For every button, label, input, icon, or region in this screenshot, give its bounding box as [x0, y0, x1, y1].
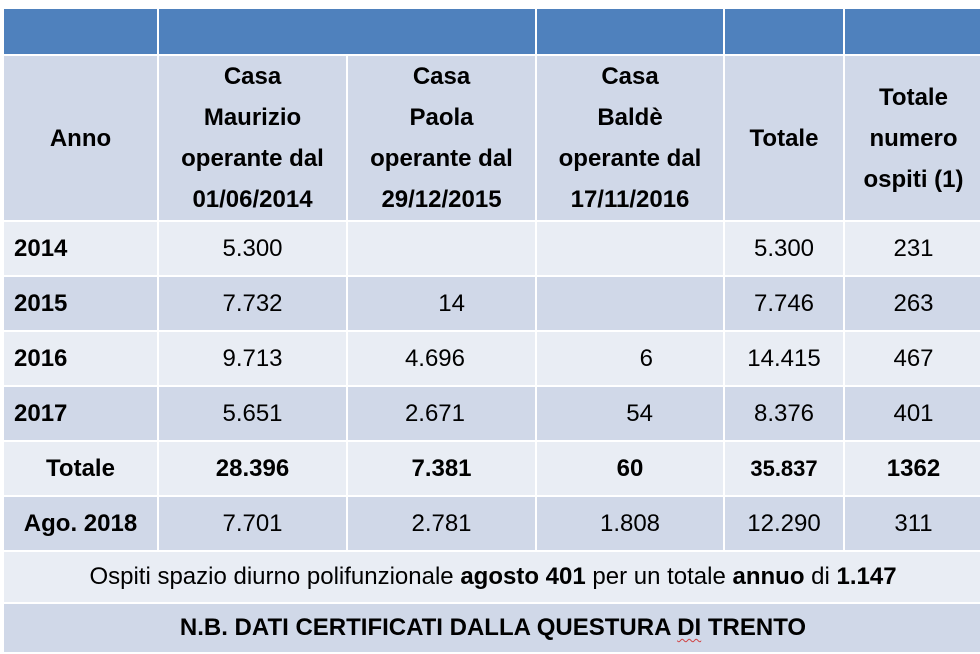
nb-cell: N.B. DATI CERTIFICATI DALLA QUESTURA DI …: [2, 602, 980, 654]
cell-balde: [535, 220, 725, 277]
table-total-row: Totale 28.396 7.381 60 35.837 1362: [2, 440, 980, 497]
header-anno: Anno: [2, 54, 159, 222]
cell-totale: 5.300: [723, 220, 845, 277]
cell-ospiti: 1362: [843, 440, 980, 497]
cell-maurizio: 7.732: [157, 275, 348, 332]
cell-paola: 2.781: [346, 495, 537, 552]
cell-paola: 4.696: [346, 330, 537, 387]
cell-paola: 14: [346, 275, 537, 332]
cell-totale: 8.376: [723, 385, 845, 442]
header-casa-paola: Casa Paola operante dal 29/12/2015: [346, 54, 537, 222]
table-row: 2015 7.732 14 7.746 263: [2, 275, 980, 332]
table-row: 2014 5.300 5.300 231: [2, 220, 980, 277]
slide-frame: Anno Casa Maurizio operante dal 01/06/20…: [0, 0, 980, 654]
table-row: 2017 5.651 2.671 54 8.376 401: [2, 385, 980, 442]
cell-balde: 54: [535, 385, 725, 442]
cell-maurizio: 28.396: [157, 440, 348, 497]
cell-balde: 1.808: [535, 495, 725, 552]
cell-anno: Totale: [2, 440, 159, 497]
cell-anno: 2016: [2, 330, 159, 387]
cell-maurizio: 5.300: [157, 220, 348, 277]
cell-maurizio: 7.701: [157, 495, 348, 552]
cell-anno: 2017: [2, 385, 159, 442]
note-cell: Ospiti spazio diurno polifunzionale agos…: [2, 550, 980, 604]
cell-balde: 60: [535, 440, 725, 497]
header-casa-balde: Casa Baldè operante dal 17/11/2016: [535, 54, 725, 222]
cell-paola: [346, 220, 537, 277]
nb-row: N.B. DATI CERTIFICATI DALLA QUESTURA DI …: [2, 602, 980, 654]
cell-maurizio: 5.651: [157, 385, 348, 442]
cell-paola: 2.671: [346, 385, 537, 442]
cell-balde: [535, 275, 725, 332]
header-totale-ospiti: Totale numero ospiti (1): [843, 54, 980, 222]
data-table: Anno Casa Maurizio operante dal 01/06/20…: [2, 7, 980, 654]
cell-ospiti: 263: [843, 275, 980, 332]
cell-totale: 35.837: [723, 440, 845, 497]
cell-totale: 12.290: [723, 495, 845, 552]
header-casa-maurizio: Casa Maurizio operante dal 01/06/2014: [157, 54, 348, 222]
cell-anno: 2014: [2, 220, 159, 277]
cell-maurizio: 9.713: [157, 330, 348, 387]
table-row: 2016 9.713 4.696 6 14.415 467: [2, 330, 980, 387]
cell-ospiti: 401: [843, 385, 980, 442]
cell-balde: 6: [535, 330, 725, 387]
note-row: Ospiti spazio diurno polifunzionale agos…: [2, 550, 980, 604]
cell-ospiti: 231: [843, 220, 980, 277]
cell-anno: 2015: [2, 275, 159, 332]
cell-ospiti: 311: [843, 495, 980, 552]
cell-totale: 7.746: [723, 275, 845, 332]
table-row: Ago. 2018 7.701 2.781 1.808 12.290 311: [2, 495, 980, 552]
table-top-band: [2, 7, 980, 56]
cell-anno: Ago. 2018: [2, 495, 159, 552]
table-header-row: Anno Casa Maurizio operante dal 01/06/20…: [2, 54, 980, 222]
cell-ospiti: 467: [843, 330, 980, 387]
cell-totale: 14.415: [723, 330, 845, 387]
cell-paola: 7.381: [346, 440, 537, 497]
header-totale: Totale: [723, 54, 845, 222]
